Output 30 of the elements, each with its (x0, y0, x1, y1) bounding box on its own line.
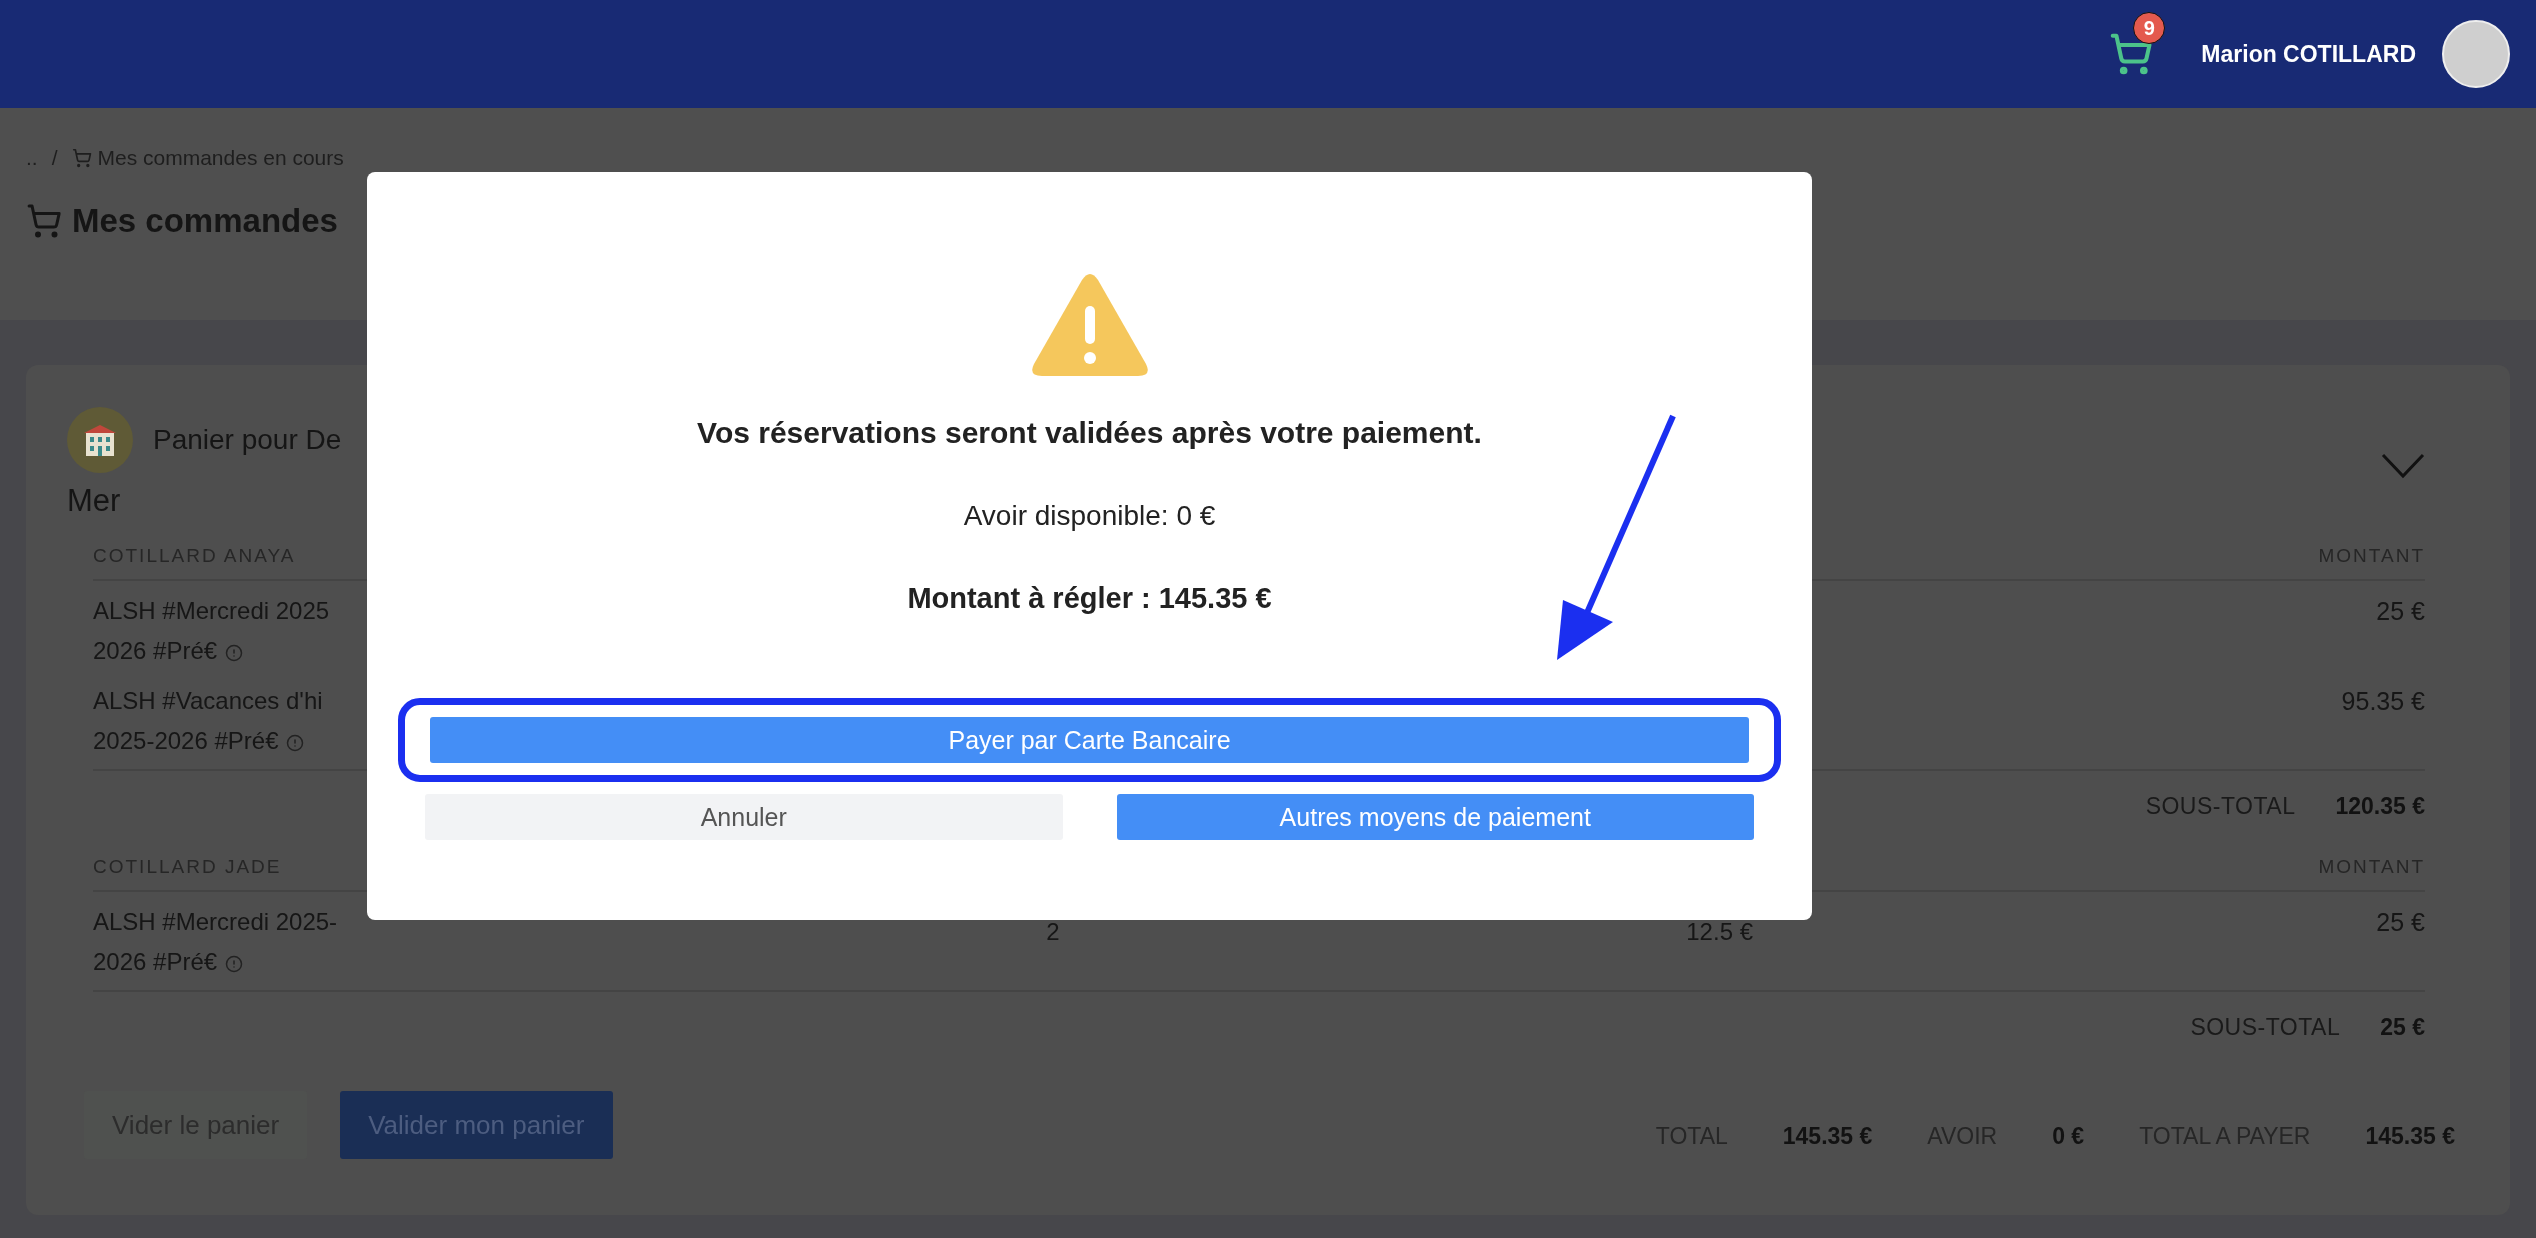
warning-icon (1029, 272, 1150, 378)
total-value: 145.35 € (2365, 1122, 2455, 1150)
breadcrumb-separator: / (51, 146, 58, 170)
info-icon[interactable] (286, 733, 305, 752)
cart-icon (26, 203, 62, 239)
dialog-heading: Vos réservations seront validées après votre paiement. (697, 416, 1482, 450)
amount-due: Montant à régler : 145.35 € (907, 582, 1272, 615)
cart-icon (71, 148, 92, 168)
cart-count-badge: 9 (2133, 12, 2166, 44)
cart-title: Panier pour De (153, 424, 342, 456)
breadcrumb-link[interactable]: .. (26, 146, 38, 170)
card-payment-button[interactable]: Payer par Carte Bancaire (430, 717, 1749, 763)
subtotal-value: 120.35 € (2335, 793, 2425, 820)
total-value: 145.35 € (1782, 1122, 1873, 1150)
info-icon[interactable] (225, 643, 244, 662)
unit-price: 12.5 € (1686, 918, 1753, 946)
user-name[interactable]: Marion COTILLARD (2201, 40, 2416, 68)
amount: 25 € (2375, 596, 2425, 627)
chevron-down-icon[interactable] (2381, 453, 2425, 479)
amount: 25 € (2375, 907, 2425, 938)
other-payment-button[interactable]: Autres moyens de paiement (1116, 794, 1754, 840)
page-title: Mes commandes (72, 202, 338, 240)
total-value: 0 € (2052, 1122, 2085, 1150)
cart-subtitle: Mer (67, 483, 121, 519)
subtotal-value: 25 € (2380, 1014, 2425, 1041)
available-credit: Avoir disponible: 0 € (963, 500, 1216, 532)
quantity: 2 (1046, 918, 1060, 946)
amount: 95.35 € (2340, 686, 2425, 717)
cancel-button[interactable]: Annuler (425, 794, 1063, 840)
info-icon[interactable] (225, 954, 244, 973)
